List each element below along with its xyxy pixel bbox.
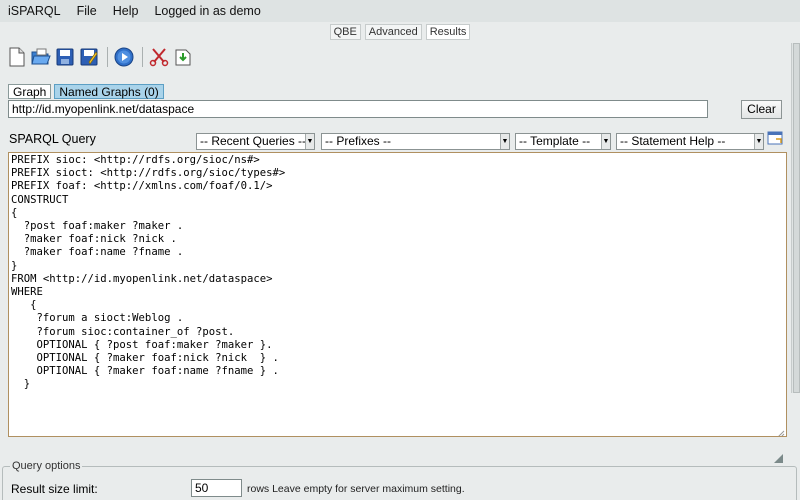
open-folder-icon[interactable] — [30, 46, 52, 68]
toolbar-separator — [107, 47, 108, 67]
prefixes-select[interactable]: -- Prefixes -- ▼ — [321, 133, 510, 150]
tab-advanced[interactable]: Advanced — [364, 24, 422, 40]
resize-handle-icon[interactable] — [777, 427, 785, 436]
result-size-label: Result size limit: — [11, 482, 98, 496]
recent-queries-value: -- Recent Queries -- — [200, 134, 307, 148]
recent-queries-select[interactable]: -- Recent Queries -- ▼ — [196, 133, 315, 150]
login-status: Logged in as demo — [154, 4, 261, 18]
dataset-url-input[interactable] — [8, 100, 708, 118]
template-select[interactable]: -- Template -- ▼ — [515, 133, 611, 150]
save-as-icon[interactable] — [78, 46, 100, 68]
execute-query-icon[interactable] — [113, 46, 135, 68]
menu-bar: iSPARQL File Help Logged in as demo — [0, 0, 800, 22]
chevron-down-icon: ▼ — [305, 134, 314, 149]
app-name: iSPARQL — [8, 4, 61, 18]
graph-tabs: Graph Named Graphs (0) — [8, 84, 164, 99]
expand-editor-icon[interactable] — [767, 131, 783, 145]
resize-grip-icon[interactable] — [774, 452, 784, 463]
scrollbar-thumb[interactable] — [793, 43, 800, 393]
result-size-input[interactable] — [191, 479, 242, 497]
tab-named-graphs[interactable]: Named Graphs (0) — [54, 84, 164, 99]
chevron-down-icon: ▼ — [754, 134, 763, 149]
template-value: -- Template -- — [519, 134, 591, 148]
chevron-down-icon: ▼ — [601, 134, 610, 149]
menu-file[interactable]: File — [77, 4, 97, 18]
statement-help-value: -- Statement Help -- — [620, 134, 726, 148]
query-options-legend: Query options — [10, 460, 83, 472]
tab-graph[interactable]: Graph — [8, 84, 52, 99]
chevron-down-icon: ▼ — [500, 134, 509, 149]
save-icon[interactable] — [54, 46, 76, 68]
page-scrollbar[interactable] — [791, 43, 800, 393]
statement-help-select[interactable]: -- Statement Help -- ▼ — [616, 133, 764, 150]
toolbar — [0, 43, 800, 71]
clear-button[interactable]: Clear — [741, 100, 782, 119]
export-icon[interactable] — [172, 46, 194, 68]
toolbar-separator — [142, 47, 143, 67]
sparql-query-label: SPARQL Query — [9, 132, 96, 146]
tab-results[interactable]: Results — [425, 24, 471, 40]
prefixes-value: -- Prefixes -- — [325, 134, 391, 148]
query-editor[interactable]: PREFIX sioc: <http://rdfs.org/sioc/ns#> … — [8, 152, 787, 437]
view-tabs: QBE Advanced Results — [0, 22, 800, 42]
new-document-icon[interactable] — [6, 46, 28, 68]
cut-icon[interactable] — [148, 46, 170, 68]
tab-qbe[interactable]: QBE — [329, 24, 361, 40]
result-size-note: rows Leave empty for server maximum sett… — [247, 483, 465, 495]
menu-help[interactable]: Help — [113, 4, 139, 18]
query-text[interactable]: PREFIX sioc: <http://rdfs.org/sioc/ns#> … — [9, 153, 786, 393]
